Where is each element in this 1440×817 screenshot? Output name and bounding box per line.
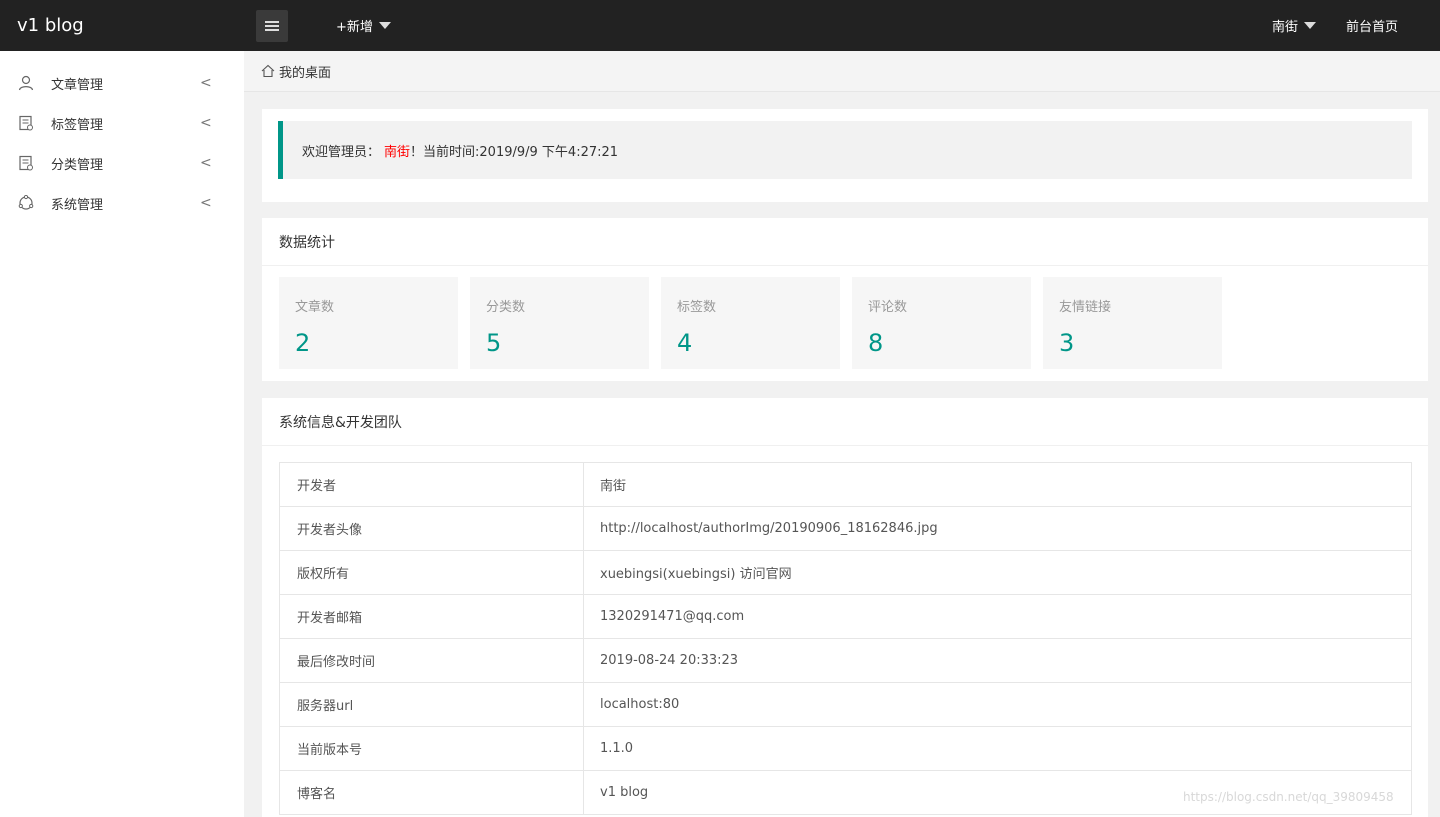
info-key: 版权所有	[279, 550, 584, 595]
system-icon	[18, 195, 34, 210]
sidebar-item-categories[interactable]: 分类管理 <	[0, 143, 244, 183]
stat-comments[interactable]: 评论数 8	[852, 277, 1031, 369]
info-value: http://localhost/authorImg/20190906_1816…	[583, 506, 1412, 551]
stat-label: 友情链接	[1059, 300, 1112, 315]
stat-friend-links[interactable]: 友情链接 3	[1043, 277, 1222, 369]
table-row: 当前版本号 1.1.0	[279, 726, 1412, 771]
chevron-left-icon: <	[200, 155, 212, 171]
info-value: xuebingsi(xuebingsi) 访问官网	[583, 550, 1412, 595]
stat-label: 评论数	[868, 300, 908, 315]
info-key: 最后修改时间	[279, 638, 584, 683]
sidebar-item-tags[interactable]: 标签管理 <	[0, 103, 244, 143]
sidebar-item-articles[interactable]: 文章管理 <	[0, 63, 244, 103]
info-value: localhost:80	[583, 682, 1412, 727]
chevron-left-icon: <	[200, 195, 212, 211]
system-info-table: 开发者 南街 开发者头像 http://localhost/authorImg/…	[279, 462, 1412, 815]
info-value: 2019-08-24 20:33:23	[583, 638, 1412, 683]
info-key: 开发者头像	[279, 506, 584, 551]
user-name: 南街	[1271, 20, 1298, 35]
system-info-card: 系统信息&开发团队 开发者 南街 开发者头像 http://localhost/…	[262, 398, 1428, 817]
table-row: 版权所有 xuebingsi(xuebingsi) 访问官网	[279, 550, 1412, 595]
sidebar-item-label: 系统管理	[51, 197, 104, 213]
sidebar-item-system[interactable]: 系统管理 <	[0, 183, 244, 223]
stat-value: 5	[486, 329, 502, 357]
caret-down-icon	[1303, 22, 1316, 29]
welcome-time: ！当前时间:2019/9/9 下午4:27:21	[410, 144, 619, 160]
chevron-left-icon: <	[200, 115, 212, 131]
info-value: 1320291471@qq.com	[583, 594, 1412, 639]
document-icon	[19, 115, 33, 131]
stat-value: 8	[868, 329, 884, 357]
sidebar: 文章管理 < 标签管理 < 分类管理 < 系统管理 <	[0, 51, 244, 817]
stat-tags[interactable]: 标签数 4	[661, 277, 840, 369]
chevron-left-icon: <	[200, 75, 212, 91]
welcome-prefix: 欢迎管理员：	[302, 144, 381, 160]
user-icon	[18, 75, 34, 91]
menu-toggle-button[interactable]	[256, 9, 288, 42]
table-row: 开发者 南街	[279, 462, 1412, 507]
info-key: 服务器url	[279, 682, 584, 727]
user-menu[interactable]: 南街	[1272, 16, 1316, 35]
stat-label: 分类数	[486, 300, 526, 315]
table-row: 开发者邮箱 1320291471@qq.com	[279, 594, 1412, 639]
welcome-user-name: 南街	[384, 144, 411, 160]
welcome-card: 欢迎管理员： 南街 ！当前时间:2019/9/9 下午4:27:21	[262, 109, 1428, 202]
info-key: 当前版本号	[279, 726, 584, 771]
stat-value: 2	[295, 329, 311, 357]
add-new-menu[interactable]: +新增	[336, 16, 391, 35]
caret-down-icon	[378, 22, 391, 29]
stat-label: 文章数	[295, 300, 335, 315]
system-info-title: 系统信息&开发团队	[262, 398, 1428, 446]
front-home-link[interactable]: 前台首页	[1346, 16, 1398, 35]
info-value: 1.1.0	[583, 726, 1412, 771]
info-key: 开发者邮箱	[279, 594, 584, 639]
stats-card: 数据统计 文章数 2 分类数 5 标签数 4 评论数 8 友情链接 3	[262, 218, 1428, 381]
top-navbar: v1 blog +新增 南街 前台首页	[0, 0, 1440, 51]
add-new-label: +新增	[336, 20, 373, 35]
watermark-text: https://blog.csdn.net/qq_39809458	[1183, 790, 1394, 804]
table-row: 服务器url localhost:80	[279, 682, 1412, 727]
sidebar-item-label: 分类管理	[51, 157, 104, 173]
breadcrumb: 我的桌面	[244, 51, 1440, 92]
welcome-message: 欢迎管理员： 南街 ！当前时间:2019/9/9 下午4:27:21	[278, 121, 1412, 179]
sidebar-item-label: 文章管理	[51, 77, 104, 93]
stat-articles[interactable]: 文章数 2	[279, 277, 458, 369]
info-value: 南街	[583, 462, 1412, 507]
info-key: 开发者	[279, 462, 584, 507]
stat-categories[interactable]: 分类数 5	[470, 277, 649, 369]
document-icon	[19, 155, 33, 171]
stat-value: 4	[677, 329, 693, 357]
hamburger-icon	[265, 24, 279, 27]
stats-title: 数据统计	[262, 218, 1428, 266]
info-key: 博客名	[279, 770, 584, 815]
stat-value: 3	[1059, 329, 1075, 357]
table-row: 最后修改时间 2019-08-24 20:33:23	[279, 638, 1412, 683]
app-logo[interactable]: v1 blog	[0, 0, 244, 51]
sidebar-item-label: 标签管理	[51, 117, 104, 133]
home-icon	[261, 64, 275, 78]
tab-my-desktop[interactable]: 我的桌面	[279, 62, 331, 81]
table-row: 开发者头像 http://localhost/authorImg/2019090…	[279, 506, 1412, 551]
stat-label: 标签数	[677, 300, 717, 315]
